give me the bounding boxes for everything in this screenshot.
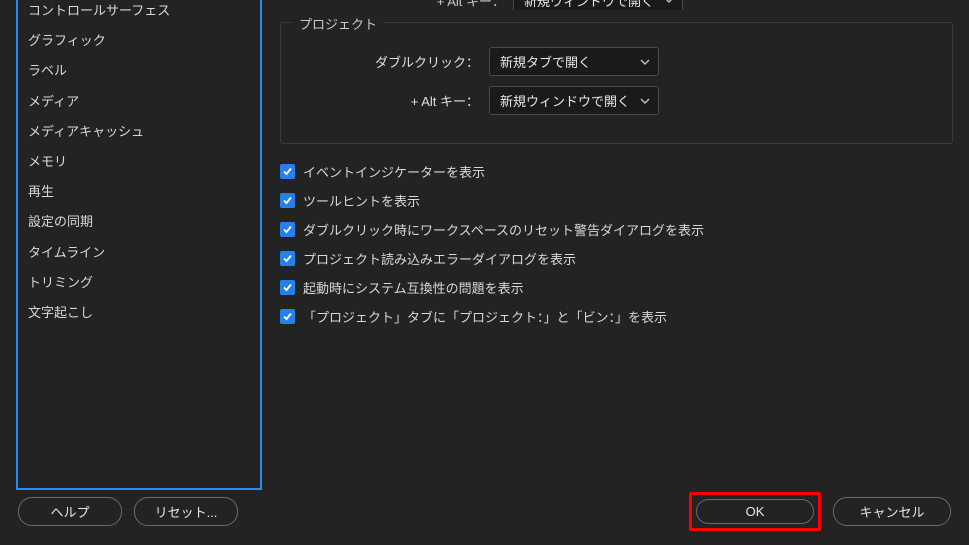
checkbox-icon <box>280 251 295 266</box>
checkbox-project-bin-labels[interactable]: 「プロジェクト」タブに「プロジェクト：」と「ビン：」を表示 <box>280 307 953 326</box>
sidebar-item-sync-settings[interactable]: 設定の同期 <box>18 207 260 237</box>
dialog-footer: ヘルプ リセット... OK キャンセル <box>0 492 969 531</box>
checkbox-label: ダブルクリック時にワークスペースのリセット警告ダイアログを表示 <box>303 220 704 239</box>
checkbox-compat-issues[interactable]: 起動時にシステム互換性の問題を表示 <box>280 278 953 297</box>
checkbox-label: プロジェクト読み込みエラーダイアログを表示 <box>303 249 576 268</box>
chevron-down-icon <box>640 57 650 67</box>
alt-key-select[interactable]: 新規ウィンドウで開く <box>489 86 659 115</box>
double-click-row: ダブルクリック： 新規タブで開く <box>299 47 934 76</box>
fieldset-legend: プロジェクト <box>293 14 383 33</box>
alt-key-row: + Alt キー： 新規ウィンドウで開く <box>299 86 934 115</box>
sidebar-item-timeline[interactable]: タイムライン <box>18 238 260 268</box>
ok-highlight: OK <box>689 492 821 531</box>
reset-button[interactable]: リセット... <box>134 497 238 526</box>
alt-key-select-prev[interactable]: 新規ウィンドウで開く <box>513 0 683 10</box>
sidebar-item-graphic[interactable]: グラフィック <box>18 26 260 56</box>
checkbox-icon <box>280 280 295 295</box>
sidebar-item-transcription[interactable]: 文字起こし <box>18 298 260 328</box>
ok-button[interactable]: OK <box>696 499 814 524</box>
project-fieldset: プロジェクト ダブルクリック： 新規タブで開く + Alt キー： 新規ウィンド… <box>280 22 953 144</box>
help-button[interactable]: ヘルプ <box>18 497 122 526</box>
checkbox-reset-warning[interactable]: ダブルクリック時にワークスペースのリセット警告ダイアログを表示 <box>280 220 953 239</box>
chevron-down-icon <box>640 96 650 106</box>
cancel-button[interactable]: キャンセル <box>833 497 951 526</box>
sidebar-item-label[interactable]: ラベル <box>18 56 260 86</box>
checkbox-icon <box>280 193 295 208</box>
checkbox-label: 起動時にシステム互換性の問題を表示 <box>303 278 524 297</box>
sidebar-item-media[interactable]: メディア <box>18 87 260 117</box>
checkbox-tooltips[interactable]: ツールヒントを表示 <box>280 191 953 210</box>
alt-key-label: + Alt キー： <box>299 91 489 110</box>
double-click-select[interactable]: 新規タブで開く <box>489 47 659 76</box>
main-panel: + Alt キー： 新規ウィンドウで開く プロジェクト ダブルクリック： 新規タ… <box>262 0 953 490</box>
sidebar-item-media-cache[interactable]: メディアキャッシュ <box>18 117 260 147</box>
partial-prev-fieldset-row: + Alt キー： 新規ウィンドウで開く <box>280 0 953 10</box>
checkbox-label: イベントインジケーターを表示 <box>303 162 485 181</box>
checkbox-label: 「プロジェクト」タブに「プロジェクト：」と「ビン：」を表示 <box>303 307 667 326</box>
sidebar-item-playback[interactable]: 再生 <box>18 177 260 207</box>
checkbox-event-indicator[interactable]: イベントインジケーターを表示 <box>280 162 953 181</box>
chevron-down-icon <box>664 0 674 5</box>
checkbox-icon <box>280 222 295 237</box>
select-value: 新規ウィンドウで開く <box>524 0 654 10</box>
checkbox-load-error[interactable]: プロジェクト読み込みエラーダイアログを表示 <box>280 249 953 268</box>
alt-key-label: + Alt キー： <box>437 0 505 10</box>
preferences-sidebar: コントロールサーフェス グラフィック ラベル メディア メディアキャッシュ メモ… <box>16 0 262 490</box>
sidebar-item-trimming[interactable]: トリミング <box>18 268 260 298</box>
checkbox-icon <box>280 309 295 324</box>
checkbox-label: ツールヒントを表示 <box>303 191 420 210</box>
sidebar-item-memory[interactable]: メモリ <box>18 147 260 177</box>
select-value: 新規タブで開く <box>500 52 591 71</box>
select-value: 新規ウィンドウで開く <box>500 91 630 110</box>
double-click-label: ダブルクリック： <box>299 52 489 71</box>
checkbox-icon <box>280 164 295 179</box>
sidebar-item-control-surfaces[interactable]: コントロールサーフェス <box>18 0 260 26</box>
